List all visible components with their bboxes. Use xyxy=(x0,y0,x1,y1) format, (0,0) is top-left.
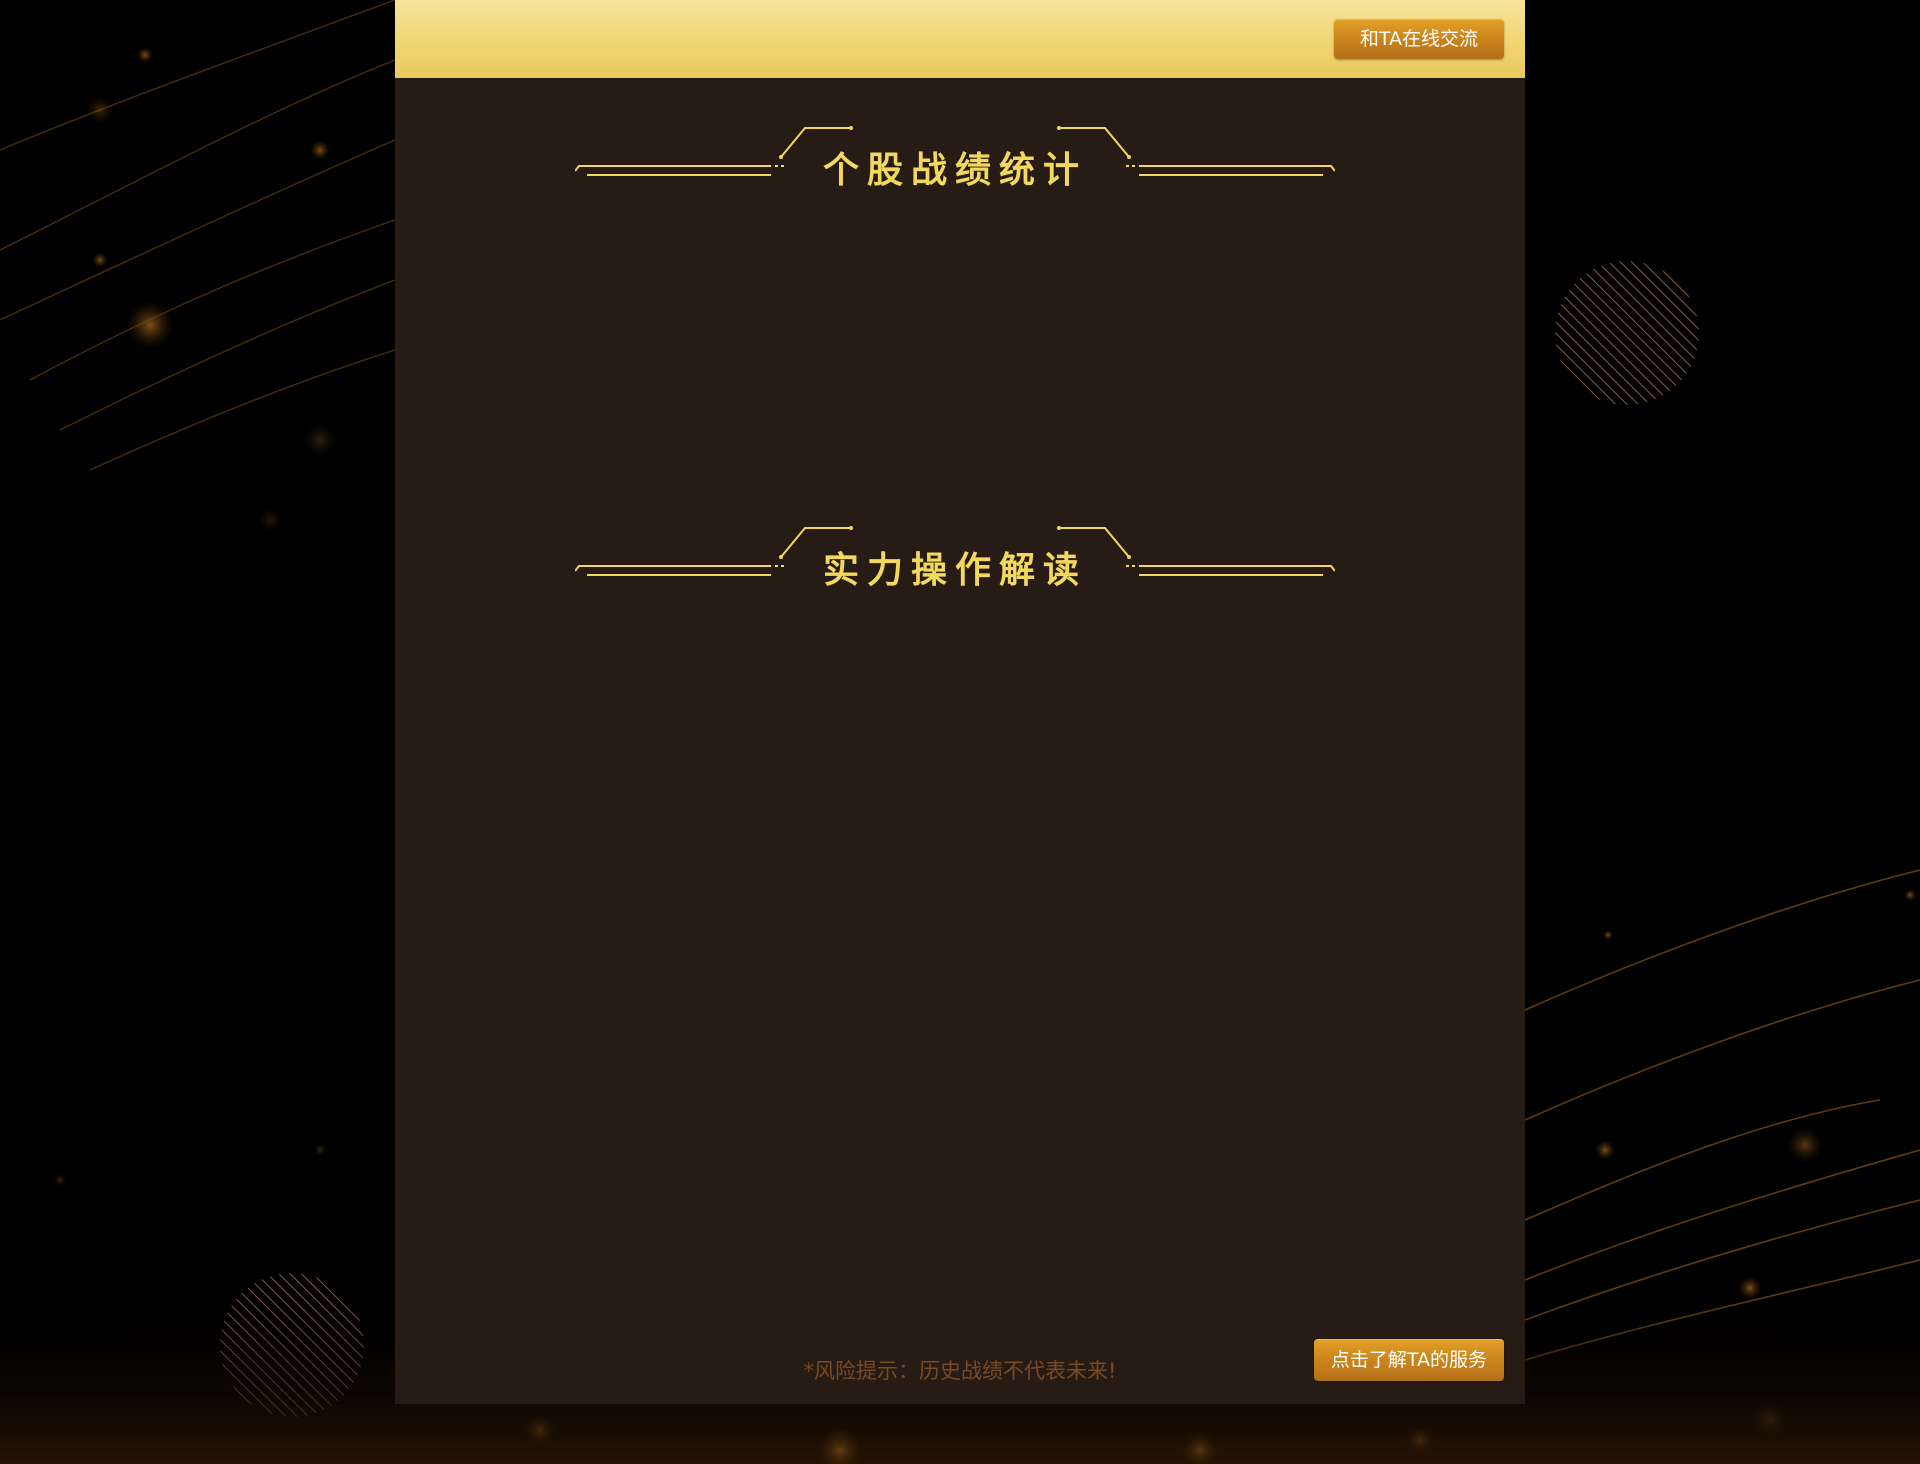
left-bokeh xyxy=(54,47,336,1186)
section-title-stock-record: 个股战绩统计 xyxy=(575,125,1335,195)
right-light-streaks xyxy=(1524,869,1920,1361)
section-title-operation-analysis: 实力操作解读 xyxy=(575,525,1335,595)
hatched-circle-right xyxy=(1555,261,1699,405)
header-bar: 和TA在线交流 xyxy=(395,0,1525,78)
learn-service-button[interactable]: 点击了解TA的服务 xyxy=(1314,1339,1504,1381)
main-panel: 和TA在线交流 个股战绩统计 实力操作解读 *风险提示：历史战绩不代表未来! 点… xyxy=(395,0,1525,1404)
section-title-text: 个股战绩统计 xyxy=(822,150,1087,191)
section-title-text: 实力操作解读 xyxy=(822,550,1087,591)
left-light-streaks xyxy=(0,0,396,471)
chat-online-button[interactable]: 和TA在线交流 xyxy=(1334,19,1504,59)
